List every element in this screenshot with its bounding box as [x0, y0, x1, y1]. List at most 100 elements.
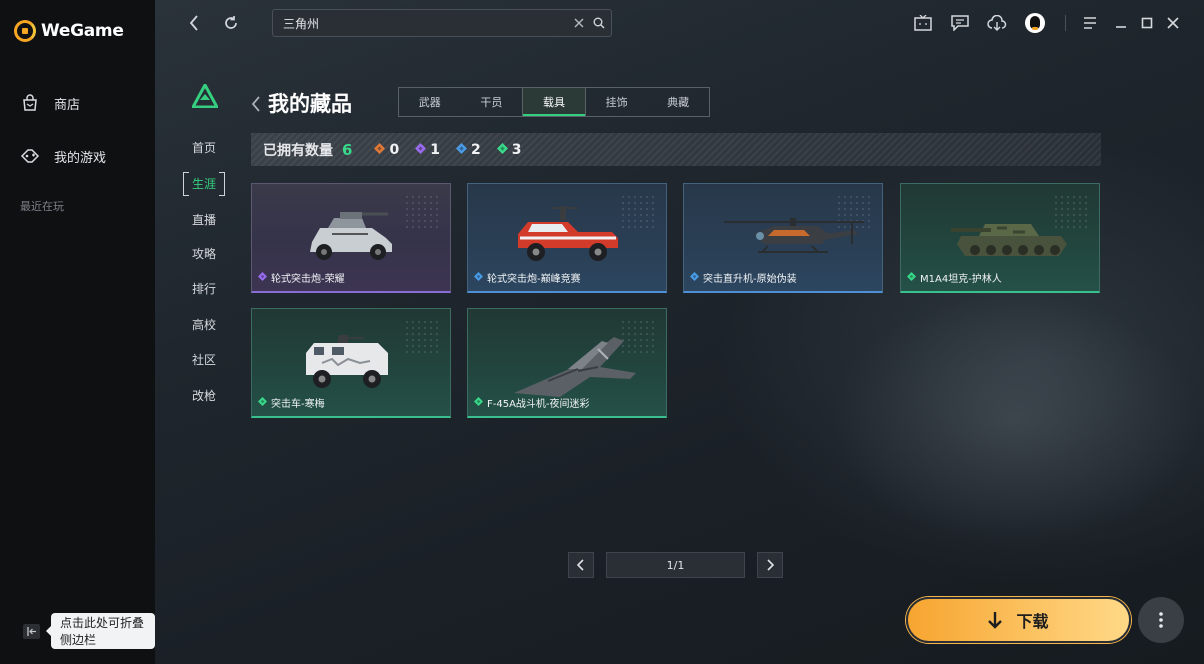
- brand[interactable]: WeGame: [14, 20, 124, 42]
- rarity-stat: 1: [415, 142, 440, 158]
- search-icon: [593, 17, 605, 29]
- refresh-button[interactable]: [220, 12, 242, 34]
- tab-4[interactable]: 典藏: [647, 88, 709, 116]
- close-icon: [574, 18, 584, 28]
- search-input[interactable]: [273, 10, 563, 36]
- card-name: 突击车-寒梅: [271, 399, 325, 410]
- clear-search-button[interactable]: [570, 14, 588, 32]
- rarity-gem-icon: [374, 142, 386, 158]
- page-title: 我的藏品: [268, 92, 352, 116]
- rarity-count: 0: [389, 141, 400, 158]
- more-options-button[interactable]: [1138, 597, 1184, 643]
- collapse-icon: [26, 627, 36, 636]
- rarity-gem-icon: [258, 271, 267, 284]
- rarity-count: 1: [430, 141, 440, 158]
- minimize-button[interactable]: [1110, 12, 1132, 34]
- collection-card[interactable]: 突击车-寒梅: [251, 308, 451, 418]
- rarity-gem-icon: [496, 142, 508, 158]
- download-manager-button[interactable]: [986, 12, 1008, 34]
- card-title: 突击直升机-原始伪装: [690, 270, 797, 285]
- brand-name: WeGame: [41, 21, 124, 41]
- card-name: 突击直升机-原始伪装: [703, 274, 797, 285]
- owned-summary: 已拥有数量 6 0 1 2 3: [251, 133, 1101, 166]
- game-nav-item[interactable]: 直播: [183, 208, 225, 230]
- menu-button[interactable]: [1079, 12, 1101, 34]
- game-nav-item[interactable]: 攻略: [183, 242, 225, 264]
- rarity-gem-icon: [474, 396, 483, 409]
- game-nav-item[interactable]: 排行: [183, 277, 225, 299]
- collapse-sidebar-button[interactable]: [23, 624, 40, 639]
- game-nav-item[interactable]: 社区: [183, 348, 225, 370]
- card-name: F-45A战斗机-夜间迷彩: [487, 399, 590, 410]
- rarity-count: 2: [470, 141, 481, 158]
- game-nav-item[interactable]: 改枪: [183, 384, 225, 406]
- arrow-down-icon: [988, 612, 1003, 629]
- rarity-gem-icon: [474, 271, 483, 284]
- card-pattern: [404, 319, 440, 355]
- hamburger-icon: [1084, 17, 1096, 29]
- page-indicator: 1/1: [606, 552, 745, 578]
- tab-0[interactable]: 武器: [399, 88, 461, 116]
- tab-3[interactable]: 挂饰: [586, 88, 648, 116]
- game-nav-item[interactable]: 高校: [183, 313, 225, 335]
- page-back-chevron-icon[interactable]: [250, 94, 262, 114]
- app-sidebar: WeGame 商店 我的游戏 最近在玩 点击此处可折叠侧边栏: [0, 0, 155, 664]
- rarity-stat: 2: [455, 141, 481, 158]
- divider: [1065, 15, 1066, 31]
- card-name: 轮式突击炮-荣耀: [271, 274, 345, 285]
- rarity-gem-icon: [690, 271, 699, 284]
- collection-card[interactable]: 突击直升机-原始伪装: [683, 183, 883, 293]
- rarity-stat: 0: [374, 142, 399, 158]
- maximize-button[interactable]: [1136, 12, 1158, 34]
- collection-tabs: 武器 干员 载具 挂饰 典藏: [398, 87, 710, 117]
- card-title: 突击车-寒梅: [258, 395, 325, 410]
- user-avatar[interactable]: [1025, 13, 1045, 33]
- gamepad-icon: [20, 146, 40, 166]
- rarity-stat: 3: [496, 142, 521, 158]
- rarity-gem-icon: [258, 396, 267, 409]
- search-box: [272, 9, 612, 37]
- mini-window-button[interactable]: [912, 12, 934, 34]
- collection-card[interactable]: 轮式突击炮-荣耀: [251, 183, 451, 293]
- refresh-icon: [225, 16, 237, 29]
- chevron-left-icon: [577, 559, 584, 571]
- nav-item-my-games[interactable]: 我的游戏: [20, 146, 106, 166]
- collection-card[interactable]: 轮式突击炮-巅峰竞赛: [467, 183, 667, 293]
- messages-button[interactable]: [949, 12, 971, 34]
- tab-1[interactable]: 干员: [461, 88, 523, 116]
- wegame-logo-icon: [14, 20, 36, 42]
- chevron-left-icon: [189, 15, 198, 31]
- collapse-tooltip: 点击此处可折叠侧边栏: [46, 613, 155, 649]
- search-button[interactable]: [590, 14, 608, 32]
- rarity-gem-icon: [455, 142, 467, 158]
- download-label: 下载: [1016, 612, 1049, 631]
- card-title: 轮式突击炮-巅峰竞赛: [474, 270, 581, 285]
- collection-card[interactable]: F-45A战斗机-夜间迷彩: [467, 308, 667, 418]
- main-content: 首页生涯直播攻略排行高校社区改枪 我的藏品 武器干员载具挂饰典藏 已拥有数量 6…: [155, 0, 1204, 664]
- tab-2[interactable]: 载具: [522, 88, 586, 116]
- card-name: 轮式突击炮-巅峰竞赛: [487, 274, 581, 285]
- bag-icon: [20, 93, 40, 113]
- back-button[interactable]: [183, 12, 205, 34]
- card-title: 轮式突击炮-荣耀: [258, 270, 345, 285]
- next-page-button[interactable]: [757, 552, 783, 578]
- game-logo-icon[interactable]: [192, 84, 218, 108]
- top-bar: [155, 0, 1204, 46]
- nav-item-label: 我的游戏: [54, 150, 107, 166]
- nav-item-store[interactable]: 商店: [20, 93, 80, 113]
- prev-page-button[interactable]: [568, 552, 594, 578]
- close-icon: [1167, 17, 1179, 29]
- card-name: M1A4坦克-护林人: [920, 274, 1002, 285]
- more-vertical-icon: [1159, 612, 1163, 628]
- collection-card[interactable]: M1A4坦克-护林人: [900, 183, 1100, 293]
- download-cloud-icon: [987, 15, 1007, 31]
- game-nav-item[interactable]: 首页: [183, 136, 225, 158]
- game-nav-item[interactable]: 生涯: [183, 172, 225, 196]
- minimize-icon: [1116, 26, 1126, 28]
- owned-label: 已拥有数量: [263, 142, 333, 159]
- close-window-button[interactable]: [1162, 12, 1184, 34]
- download-button[interactable]: 下载: [906, 597, 1131, 643]
- rarity-gem-icon: [907, 271, 916, 284]
- rarity-stats: 0 1 2 3: [374, 142, 537, 158]
- owned-total: 6: [342, 140, 353, 159]
